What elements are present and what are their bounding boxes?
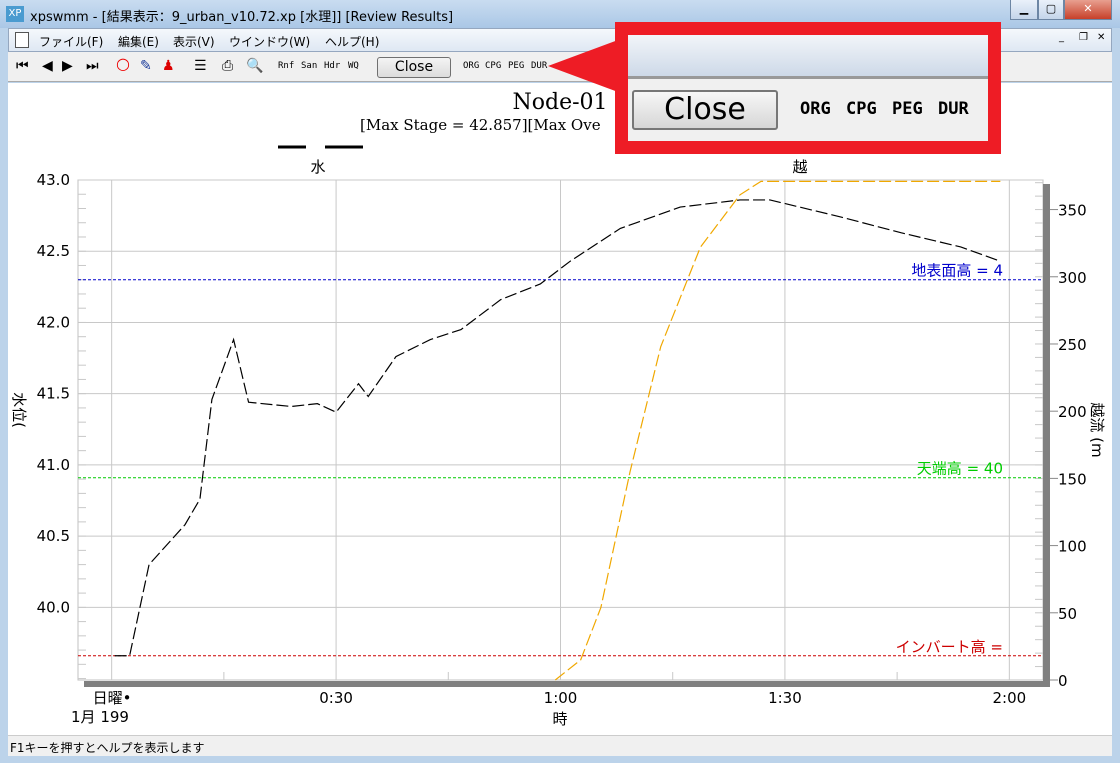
y-tick-label: 41.5 [37,385,70,403]
zoom-callout: Close ORG CPG PEG DUR [615,22,1001,154]
y2-tick-label: 350 [1058,202,1087,220]
callout-peg-button[interactable]: PEG [892,99,923,119]
series-line-overflow [554,180,1001,681]
y-tick-label: 40.5 [37,527,70,545]
status-bar: F1キーを押すとヘルプを表示します [8,735,1112,756]
callout-org-button[interactable]: ORG [800,99,831,119]
legend-stage: 水 [310,158,325,176]
y2-tick-label: 0 [1058,672,1068,690]
callout-dur-button[interactable]: DUR [938,99,969,119]
y-axis-label: 水位( [10,392,28,428]
bottom-axis-bar [84,681,1050,687]
y-tick-label: 41.0 [37,456,70,474]
x-tick-label: 1:00 [544,689,578,707]
chart-subtitle: [Max Stage = 42.857][Max Ove [360,116,601,134]
series-line-stage [114,199,1001,657]
x-start-label-2: 1月 199 [71,708,129,726]
reference-line-label: インバート高 = [896,638,1003,656]
right-axis-bar [1043,184,1050,687]
legend-overflow: 越 [792,158,807,176]
callout-cpg-button[interactable]: CPG [846,99,877,119]
x-axis-label: 時 [552,710,567,728]
y2-tick-label: 50 [1058,605,1077,623]
y2-tick-label: 250 [1058,336,1087,354]
x-tick-label: 2:00 [992,689,1026,707]
y2-tick-label: 150 [1058,470,1087,488]
y-tick-label: 43.0 [37,171,70,189]
reference-line-label: 天端高 = 40 [917,460,1003,478]
y-tick-label: 40.0 [37,598,70,616]
reference-line-label: 地表面高 = 4 [911,262,1003,280]
x-tick-label: 0:30 [319,689,353,707]
y2-tick-label: 200 [1058,403,1087,421]
y-tick-label: 42.5 [37,242,70,260]
x-start-label-1: 日曜• [93,689,132,707]
y2-axis-label: 越流 (m [1088,402,1106,457]
y2-tick-label: 300 [1058,269,1087,287]
x-tick-label: 1:30 [768,689,802,707]
callout-close-button[interactable]: Close [632,90,778,130]
y-tick-label: 42.0 [37,313,70,331]
callout-arrow [548,40,618,92]
y2-tick-label: 100 [1058,538,1087,556]
